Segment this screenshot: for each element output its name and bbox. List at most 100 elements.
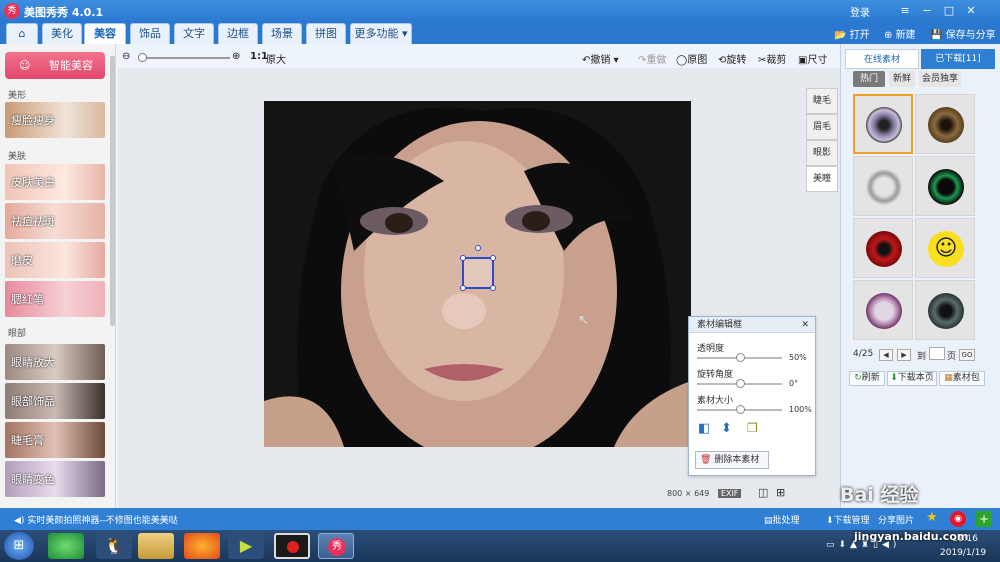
material-thumb[interactable] (915, 156, 975, 216)
flip-horizontal-icon[interactable]: ◧ (698, 421, 710, 436)
tab-text[interactable]: 文字 (174, 23, 214, 44)
rotation-slider[interactable] (697, 379, 782, 388)
refresh-icon: ↻ (854, 373, 862, 383)
undo-button[interactable]: ↶撤销 ▾ (582, 51, 619, 66)
copy-icon[interactable]: ❐ (747, 421, 758, 435)
status-tip-text: 实时美颜拍照神器--不修图也能美美哒 (27, 516, 178, 526)
rotate-button[interactable]: ⟲旋转 (718, 51, 746, 66)
settings-icon[interactable]: ≡ (896, 2, 914, 20)
resize-handle[interactable] (490, 285, 496, 291)
fit-view-icon[interactable]: ⊞ (776, 486, 785, 499)
sidebar-item-whitening[interactable]: 皮肤美白 (5, 164, 105, 200)
resize-handle[interactable] (460, 285, 466, 291)
material-thumb[interactable] (853, 156, 913, 216)
sticker-selection-box[interactable] (460, 245, 496, 291)
record-icon[interactable] (274, 533, 310, 559)
subtab-vip[interactable]: 会员独享 (919, 71, 961, 87)
qq-icon[interactable]: 🐧 (96, 533, 132, 559)
original-label: 原图 (687, 55, 708, 66)
sidebar-item-slim-face[interactable]: 瘦脸瘦身 (5, 102, 105, 138)
material-thumb[interactable] (915, 94, 975, 154)
batch-button[interactable]: ▤批处理 (764, 513, 800, 526)
flip-vertical-icon[interactable]: ⬍ (721, 421, 732, 436)
status-tip[interactable]: ◀) 实时美颜拍照神器--不修图也能美美哒 (14, 513, 178, 526)
original-button[interactable]: ◯原图 (676, 51, 707, 66)
maximize-icon[interactable]: □ (940, 2, 958, 20)
smart-beauty-button[interactable]: ☺ 智能美容 (5, 52, 105, 79)
material-thumb[interactable] (853, 94, 913, 154)
tab-accessory[interactable]: 饰品 (130, 23, 170, 44)
sidebar-item-eye-accessory[interactable]: 眼部饰品 (5, 383, 105, 419)
download-page-button[interactable]: ⬇下载本页 (887, 371, 937, 386)
opacity-slider[interactable] (697, 353, 782, 362)
size-slider[interactable] (697, 405, 782, 414)
zoom-knob[interactable] (138, 53, 147, 62)
zoom-in-icon[interactable]: ⊕ (232, 51, 240, 62)
tab-contact-lens[interactable]: 美瞳 (806, 166, 838, 192)
rotation-knob[interactable] (735, 379, 745, 388)
tab-beautify[interactable]: 美化 (42, 23, 82, 44)
crop-button[interactable]: ✂裁剪 (758, 51, 786, 66)
refresh-button[interactable]: ↻刷新 (849, 371, 885, 386)
tab-scene[interactable]: 场景 (262, 23, 302, 44)
app-360-icon[interactable] (48, 533, 84, 559)
delete-material-button[interactable]: 🗑 删除本素材 (695, 451, 769, 469)
prev-page-button[interactable]: ◀ (879, 349, 893, 361)
sidebar-item-mascara[interactable]: 睫毛膏 (5, 422, 105, 458)
material-thumb[interactable] (915, 280, 975, 340)
subtab-new[interactable]: 新鲜 (889, 71, 915, 87)
tab-frame[interactable]: 边框 (218, 23, 258, 44)
sidebar-item-blush[interactable]: 腮红笔 (5, 281, 105, 317)
resize-handle[interactable] (460, 255, 466, 261)
meitu-taskbar-icon[interactable]: 秀 (318, 533, 354, 559)
open-label: 打开 (849, 30, 870, 41)
tab-online-materials[interactable]: 在线素材 (845, 49, 919, 69)
tab-beauty[interactable]: 美容 (84, 23, 126, 44)
material-thumb[interactable] (853, 280, 913, 340)
compare-view-icon[interactable]: ◫ (758, 486, 768, 499)
page-input[interactable] (929, 347, 945, 360)
go-button[interactable]: GO (959, 349, 975, 361)
media-player-icon[interactable]: ▶ (228, 533, 264, 559)
rotate-handle[interactable] (475, 245, 481, 251)
sidebar-item-smooth[interactable]: 磨皮 (5, 242, 105, 278)
tab-eyebrow[interactable]: 眉毛 (806, 114, 838, 140)
minimize-icon[interactable]: − (918, 2, 936, 20)
close-icon[interactable]: ✕ (801, 317, 809, 333)
save-share-button[interactable]: 💾 保存与分享 (930, 26, 996, 41)
login-link[interactable]: 登录 (850, 4, 870, 19)
zoom-slider[interactable] (138, 53, 230, 62)
exif-badge[interactable]: EXIF (717, 489, 742, 498)
edit-photo[interactable]: ↖ (264, 101, 691, 447)
material-thumb[interactable]: ☺ (915, 218, 975, 278)
open-button[interactable]: 📂 打开 (834, 26, 870, 41)
new-button[interactable]: ⊕ 新建 (884, 26, 916, 41)
next-page-button[interactable]: ▶ (897, 349, 911, 361)
tab-home[interactable]: ⌂ (6, 23, 38, 44)
sidebar-item-acne[interactable]: 祛痘祛斑 (5, 203, 105, 239)
sidebar-item-eye-color[interactable]: 眼睛变色 (5, 461, 105, 497)
subtab-hot[interactable]: 热门 (853, 71, 885, 87)
tab-collage[interactable]: 拼图 (306, 23, 346, 44)
start-button[interactable]: ⊞ (4, 532, 34, 560)
redo-button[interactable]: ↷重做 (638, 51, 666, 66)
opacity-knob[interactable] (735, 353, 745, 362)
zoom-out-icon[interactable]: ⊖ (122, 51, 130, 62)
tab-downloaded[interactable]: 已下载[11] (921, 49, 995, 69)
file-explorer-icon[interactable] (138, 533, 174, 559)
tab-more[interactable]: 更多功能 ▾ (350, 23, 412, 44)
tab-eyeshadow[interactable]: 眼影 (806, 140, 838, 166)
resize-button[interactable]: ▣尺寸 (798, 51, 827, 66)
resize-handle[interactable] (490, 255, 496, 261)
firefox-icon[interactable] (184, 533, 220, 559)
tab-eyelash[interactable]: 睫毛 (806, 88, 838, 114)
material-package-button[interactable]: ▦素材包 (939, 371, 985, 386)
sidebar-scrollbar[interactable] (110, 56, 115, 326)
material-thumb[interactable] (853, 218, 913, 278)
sidebar-item-label: 睫毛膏 (11, 434, 44, 447)
sidebar-item-eye-enlarge[interactable]: 眼睛放大 (5, 344, 105, 380)
original-size-button[interactable]: 原大 (266, 51, 286, 66)
close-icon[interactable]: ✕ (962, 2, 980, 20)
size-knob[interactable] (735, 405, 745, 414)
cursor-icon: ↖ (578, 313, 589, 328)
